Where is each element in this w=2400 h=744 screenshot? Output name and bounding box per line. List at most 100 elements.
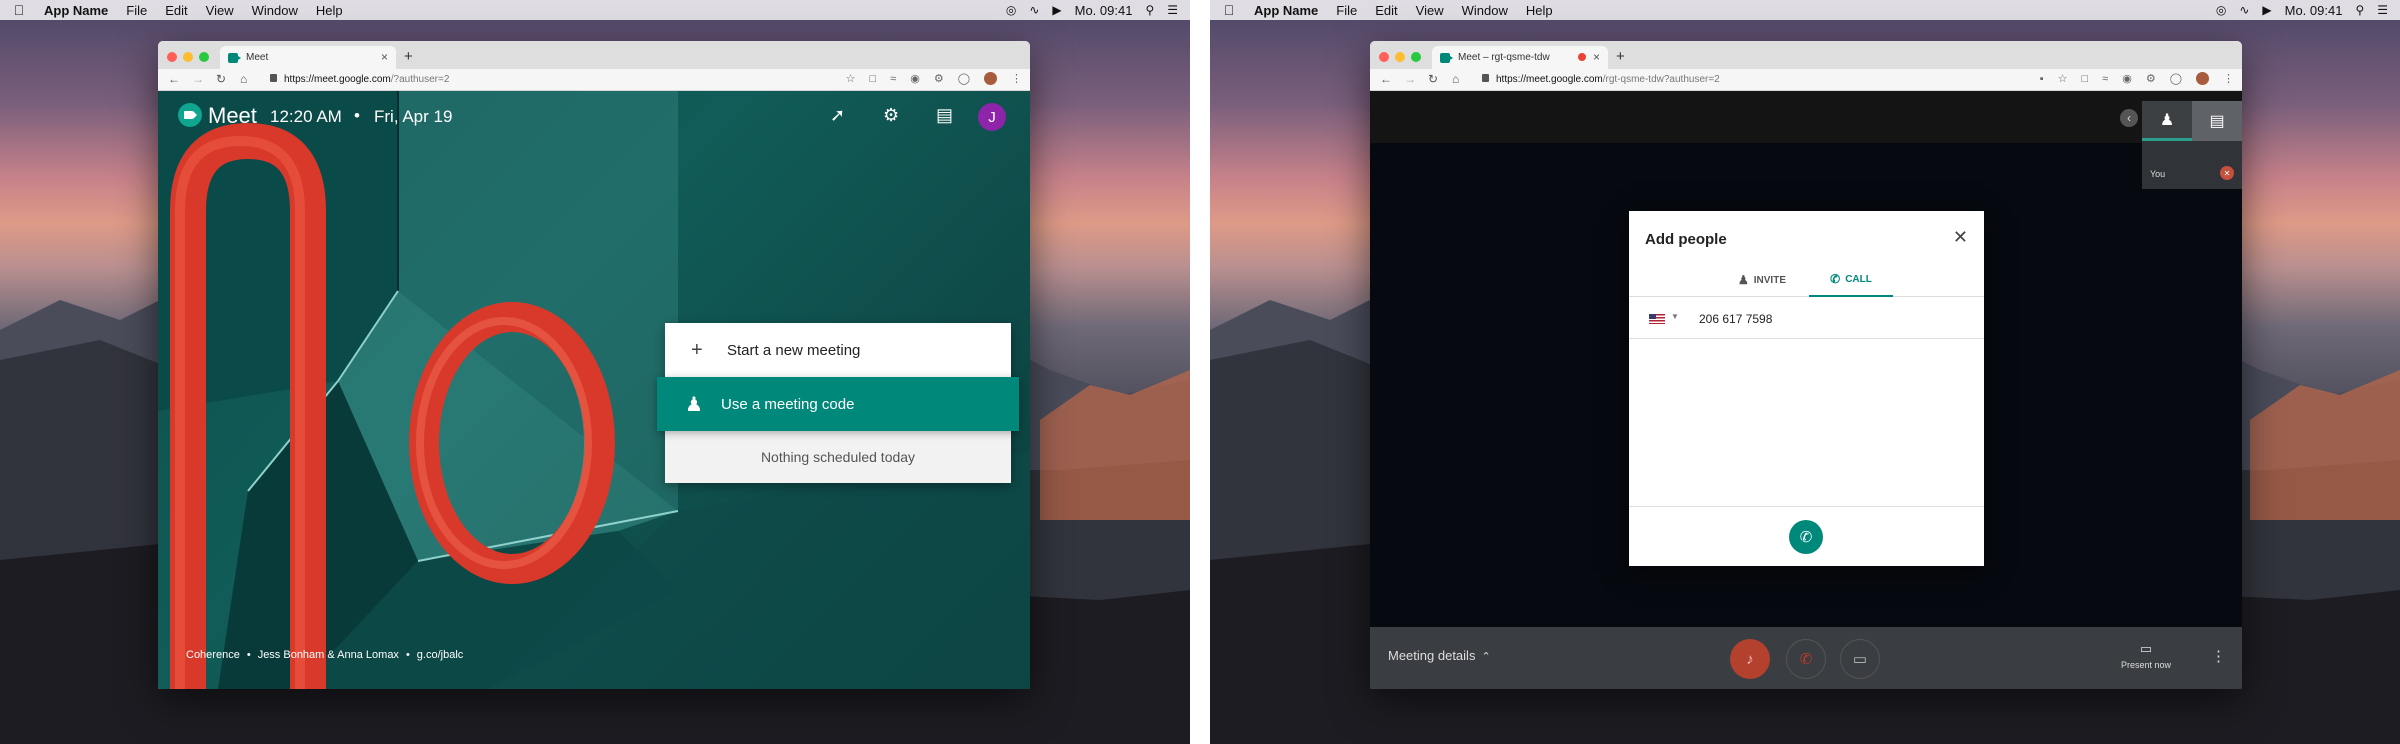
menu-window[interactable]: Window: [252, 3, 298, 18]
meet-logo-icon[interactable]: [178, 103, 202, 127]
menubar-clock[interactable]: Mo. 09:41: [2285, 3, 2343, 18]
wifi-icon[interactable]: ∿: [1029, 0, 1039, 20]
country-dropdown-icon[interactable]: ▼: [1671, 312, 1679, 321]
extension-icon[interactable]: ◯: [958, 72, 970, 85]
close-tab-icon[interactable]: ×: [1593, 50, 1600, 64]
extension-icon[interactable]: ≈: [2102, 73, 2108, 85]
menubar-clock[interactable]: Mo. 09:41: [1075, 3, 1133, 18]
menu-file[interactable]: File: [1336, 3, 1357, 18]
self-view-tile[interactable]: You ✕: [2142, 141, 2242, 189]
more-options-icon[interactable]: ⋮: [2211, 647, 2226, 665]
present-screen-icon: ▭: [2139, 641, 2153, 656]
menu-view[interactable]: View: [1416, 3, 1444, 18]
schedule-status: Nothing scheduled today: [665, 431, 1011, 483]
back-icon[interactable]: ←: [1380, 72, 1392, 86]
address-bar[interactable]: https://meet.google.com/?authuser=2: [284, 74, 449, 85]
url-path: /?authuser=2: [390, 74, 450, 85]
menubar-app-name[interactable]: App Name: [1254, 3, 1318, 18]
browser-tab[interactable]: Meet – rgt-qsme-tdw ×: [1432, 46, 1608, 69]
current-date: Fri, Apr 19: [374, 107, 453, 126]
camera-toggle-button[interactable]: ▭: [1840, 639, 1880, 679]
start-meeting-button[interactable]: + Start a new meeting: [665, 323, 1011, 377]
close-icon[interactable]: ✕: [1953, 227, 1968, 248]
extension-icon[interactable]: ◉: [2122, 72, 2132, 85]
hang-up-button[interactable]: ✆: [1786, 639, 1826, 679]
chat-tab-icon[interactable]: ▤: [2192, 101, 2242, 141]
trending-icon[interactable]: ➚: [830, 105, 845, 126]
zoom-window-button[interactable]: [1411, 52, 1421, 62]
extension-icon[interactable]: □: [870, 73, 877, 85]
browser-menu-icon[interactable]: ⋮: [2223, 72, 2234, 85]
forward-icon[interactable]: →: [1404, 72, 1416, 86]
tab-call[interactable]: ✆ CALL: [1809, 263, 1893, 297]
home-icon[interactable]: ⌂: [240, 72, 247, 86]
menu-view[interactable]: View: [206, 3, 234, 18]
airdrop-icon[interactable]: ◎: [1006, 0, 1016, 20]
menu-edit[interactable]: Edit: [1375, 3, 1397, 18]
feedback-icon[interactable]: ▤: [936, 105, 953, 126]
close-window-button[interactable]: [167, 52, 177, 62]
menu-window[interactable]: Window: [1462, 3, 1508, 18]
menu-file[interactable]: File: [126, 3, 147, 18]
bookmark-star-icon[interactable]: ☆: [846, 72, 856, 85]
profile-avatar[interactable]: [2196, 72, 2209, 85]
apple-logo-icon[interactable]: : [12, 2, 26, 18]
close-tab-icon[interactable]: ×: [381, 50, 388, 64]
forward-icon[interactable]: →: [192, 72, 204, 86]
menu-edit[interactable]: Edit: [165, 3, 187, 18]
url-host: https://meet.google.com: [284, 74, 391, 85]
extension-icon[interactable]: ⚙: [934, 72, 944, 85]
address-bar[interactable]: https://meet.google.com/rgt-qsme-tdw?aut…: [1496, 74, 1720, 85]
camera-permission-icon[interactable]: ▪: [2040, 73, 2044, 85]
bookmark-star-icon[interactable]: ☆: [2058, 72, 2068, 85]
menu-help[interactable]: Help: [316, 3, 343, 18]
menubar-app-name[interactable]: App Name: [44, 3, 108, 18]
reload-icon[interactable]: ↻: [1428, 72, 1438, 86]
extension-icon[interactable]: ≈: [890, 73, 896, 85]
gear-icon[interactable]: ⚙: [883, 105, 899, 126]
artwork-title: Coherence: [186, 649, 240, 661]
list-icon[interactable]: ☰: [2377, 0, 2388, 20]
volume-icon[interactable]: ▶: [1052, 0, 1061, 20]
minimize-window-button[interactable]: [183, 52, 193, 62]
mic-toggle-button[interactable]: ♪: [1730, 639, 1770, 679]
search-icon[interactable]: ⚲: [2355, 0, 2364, 20]
browser-menu-icon[interactable]: ⋮: [1011, 72, 1022, 85]
toolbar-extensions: ☆ □ ≈ ◉ ⚙ ◯ ⋮: [846, 72, 1022, 85]
profile-avatar[interactable]: [984, 72, 997, 85]
tab-invite[interactable]: ♟ INVITE: [1722, 263, 1802, 297]
browser-tab[interactable]: Meet ×: [220, 46, 396, 69]
people-tab-icon[interactable]: ♟: [2142, 101, 2192, 141]
start-meeting-label: Start a new meeting: [727, 341, 861, 359]
menu-help[interactable]: Help: [1526, 3, 1553, 18]
list-icon[interactable]: ☰: [1167, 0, 1178, 20]
extension-icon[interactable]: □: [2082, 73, 2089, 85]
present-now-button[interactable]: ▭ Present now: [2116, 641, 2176, 670]
apple-logo-icon[interactable]: : [1222, 2, 1236, 18]
use-meeting-code-button[interactable]: ♟ Use a meeting code: [657, 377, 1019, 431]
close-window-button[interactable]: [1379, 52, 1389, 62]
zoom-window-button[interactable]: [199, 52, 209, 62]
phone-number-input[interactable]: 206 617 7598: [1699, 312, 1772, 326]
chevron-left-icon[interactable]: ‹: [2120, 109, 2138, 127]
extension-icon[interactable]: ◯: [2170, 72, 2182, 85]
reload-icon[interactable]: ↻: [216, 72, 226, 86]
meeting-details-button[interactable]: Meeting details ⌃: [1388, 648, 1491, 663]
account-avatar[interactable]: J: [978, 103, 1006, 131]
minimize-window-button[interactable]: [1395, 52, 1405, 62]
airdrop-icon[interactable]: ◎: [2216, 0, 2226, 20]
us-flag-icon[interactable]: [1649, 314, 1665, 324]
volume-icon[interactable]: ▶: [2262, 0, 2271, 20]
place-call-button[interactable]: ✆: [1789, 520, 1823, 554]
back-icon[interactable]: ←: [168, 72, 180, 86]
wifi-icon[interactable]: ∿: [2239, 0, 2249, 20]
extension-icon[interactable]: ◉: [910, 72, 920, 85]
new-tab-button[interactable]: +: [1616, 48, 1625, 65]
meet-title[interactable]: Meet: [208, 103, 257, 129]
search-icon[interactable]: ⚲: [1145, 0, 1154, 20]
artwork-link[interactable]: g.co/jbalc: [417, 649, 463, 661]
extension-icon[interactable]: ⚙: [2146, 72, 2156, 85]
new-tab-button[interactable]: +: [404, 48, 413, 65]
add-people-dialog: Add people ✕ ♟ INVITE ✆ CALL ▼ 206 617 7…: [1629, 211, 1984, 566]
home-icon[interactable]: ⌂: [1452, 72, 1459, 86]
